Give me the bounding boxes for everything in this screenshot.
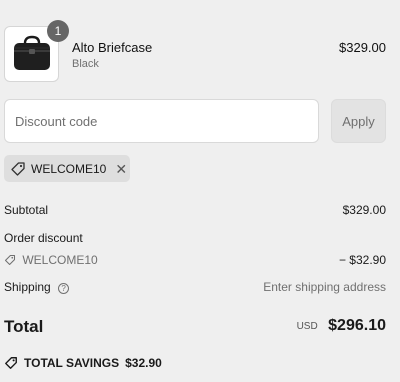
discount-code-name: WELCOME10 <box>22 253 98 267</box>
help-icon[interactable]: ? <box>58 283 70 294</box>
discount-code-row: WELCOME10 − $32.90 <box>4 253 386 267</box>
product-variant: Black <box>72 58 99 70</box>
tag-icon <box>5 357 17 369</box>
discount-code-input[interactable] <box>4 99 319 143</box>
order-discount-label: Order discount <box>4 231 83 245</box>
tag-icon <box>4 254 16 266</box>
subtotal-label: Subtotal <box>4 203 49 217</box>
subtotal-value: $329.00 <box>342 203 386 217</box>
total-amount: USD $296.10 <box>297 317 386 335</box>
total-savings: TOTAL SAVINGS $32.90 <box>4 356 162 370</box>
product-name: Alto Briefcase <box>72 40 153 55</box>
applied-discount-tag: WELCOME10 ✕ <box>4 155 130 182</box>
order-discount-row: Order discount <box>4 231 386 245</box>
savings-value: $32.90 <box>125 356 162 370</box>
savings-label: TOTAL SAVINGS <box>24 356 120 370</box>
total-label: Total <box>4 317 44 336</box>
product-price: $329.00 <box>339 40 386 55</box>
shipping-label: Shipping <box>4 280 51 294</box>
total-value: $296.10 <box>328 317 386 334</box>
line-item: 1 Alto Briefcase Black $329.00 <box>4 20 386 82</box>
tag-icon <box>11 161 25 176</box>
discount-amount: − $32.90 <box>338 253 386 267</box>
apply-discount-button[interactable]: Apply <box>331 99 386 143</box>
order-summary: 1 Alto Briefcase Black $329.00 Apply WEL… <box>0 0 400 382</box>
shipping-value: Enter shipping address <box>263 280 386 294</box>
currency-code: USD <box>296 321 318 332</box>
subtotal-row: Subtotal $329.00 <box>4 203 386 217</box>
applied-discount-code: WELCOME10 <box>31 161 107 176</box>
briefcase-icon <box>13 35 50 70</box>
quantity-badge: 1 <box>47 20 69 42</box>
shipping-row: Shipping ? Enter shipping address <box>4 280 386 294</box>
remove-discount-icon[interactable]: ✕ <box>115 162 127 176</box>
